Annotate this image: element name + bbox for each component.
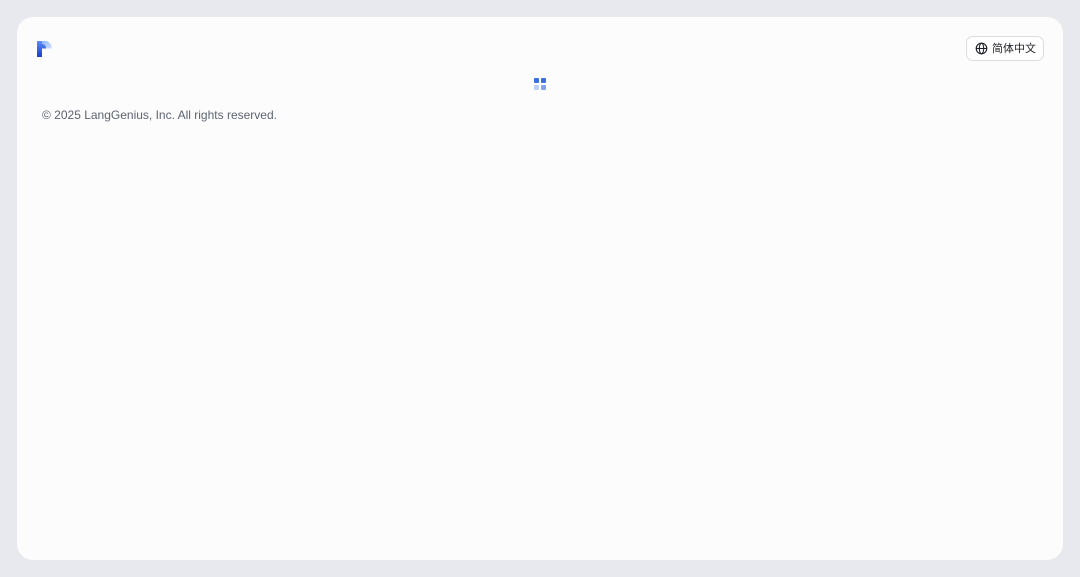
loader-square bbox=[534, 78, 539, 83]
language-select-button[interactable]: 简体中文 bbox=[966, 36, 1044, 61]
language-label: 简体中文 bbox=[992, 42, 1036, 55]
main-card: 简体中文 © 2025 LangGenius, Inc. All rights … bbox=[17, 17, 1063, 560]
copyright-text: © 2025 LangGenius, Inc. All rights reser… bbox=[42, 108, 277, 122]
loading-grid-icon bbox=[534, 78, 547, 91]
loader-square bbox=[541, 85, 546, 90]
loader-square bbox=[541, 78, 546, 83]
dify-logo-icon[interactable] bbox=[36, 40, 53, 58]
globe-icon bbox=[975, 42, 988, 55]
loader-square bbox=[534, 85, 539, 90]
